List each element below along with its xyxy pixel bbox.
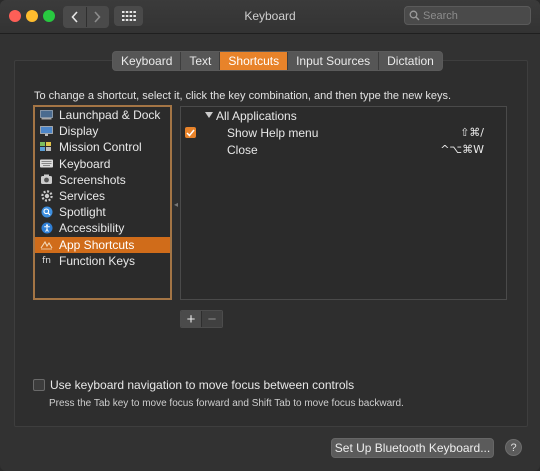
- help-button[interactable]: ?: [505, 439, 522, 456]
- category-item-mission-control[interactable]: Mission Control: [35, 139, 170, 155]
- title-bar: Keyboard: [0, 0, 540, 34]
- tab-keyboard[interactable]: Keyboard: [113, 52, 182, 70]
- category-label: Launchpad & Dock: [59, 108, 161, 123]
- instructions-text: To change a shortcut, select it, click t…: [34, 90, 452, 102]
- keyboard-navigation-label: Use keyboard navigation to move focus be…: [50, 378, 355, 392]
- spotlight-icon: [40, 206, 53, 218]
- function-keys-icon: fn: [42, 255, 51, 266]
- category-label: Screenshots: [59, 172, 126, 187]
- tab-bar: Keyboard Text Shortcuts Input Sources Di…: [112, 51, 443, 71]
- tab-shortcuts[interactable]: Shortcuts: [220, 52, 289, 70]
- category-label: Display: [59, 124, 99, 139]
- remove-shortcut-button[interactable]: −: [201, 311, 222, 327]
- shortcut-enabled-checkbox[interactable]: [185, 127, 196, 138]
- category-label: App Shortcuts: [59, 237, 135, 252]
- category-label: Function Keys: [59, 253, 136, 268]
- search-field[interactable]: [404, 6, 531, 25]
- category-label: Accessibility: [59, 221, 125, 236]
- shortcut-name: Show Help menu: [227, 125, 319, 140]
- add-shortcut-button[interactable]: +: [181, 311, 201, 327]
- services-gear-icon: [40, 190, 53, 202]
- display-icon: [40, 126, 53, 137]
- category-item-accessibility[interactable]: Accessibility: [35, 220, 170, 236]
- search-input[interactable]: [420, 9, 523, 22]
- keyboard-preferences-window: Keyboard Keyboard Text Shortcuts Input S…: [0, 0, 540, 471]
- shortcut-keys[interactable]: ^⌥⌘W: [440, 143, 484, 156]
- keyboard-navigation-checkbox[interactable]: [33, 379, 45, 391]
- shortcut-keys[interactable]: ⇧⌘/: [460, 126, 484, 139]
- shortcut-row[interactable]: Close ^⌥⌘W: [181, 141, 506, 158]
- tab-text[interactable]: Text: [181, 52, 221, 70]
- set-up-bluetooth-keyboard-button[interactable]: Set Up Bluetooth Keyboard...: [331, 438, 494, 458]
- category-item-services[interactable]: Services: [35, 188, 170, 204]
- keyboard-navigation-hint: Press the Tab key to move focus forward …: [49, 398, 404, 409]
- search-icon: [409, 10, 420, 21]
- keyboard-icon: [40, 158, 53, 169]
- shortcuts-table: All Applications Show Help menu ⇧⌘/ Clos…: [180, 106, 507, 300]
- category-item-function-keys[interactable]: fn Function Keys: [35, 253, 170, 269]
- launchpad-dock-icon: [40, 110, 53, 121]
- category-label: Mission Control: [59, 140, 142, 155]
- add-remove-controls: + −: [180, 310, 223, 328]
- tab-input-sources[interactable]: Input Sources: [288, 52, 380, 70]
- keyboard-navigation-option[interactable]: Use keyboard navigation to move focus be…: [33, 378, 354, 392]
- shortcut-category-list: Launchpad & Dock Display Mission Control…: [33, 105, 172, 300]
- accessibility-icon: [40, 222, 53, 234]
- category-label: Keyboard: [59, 156, 111, 171]
- shortcut-row[interactable]: Show Help menu ⇧⌘/: [181, 124, 506, 141]
- mission-control-icon: [40, 142, 53, 153]
- category-label: Spotlight: [59, 205, 106, 220]
- category-item-launchpad-dock[interactable]: Launchpad & Dock: [35, 107, 170, 123]
- disclosure-triangle-icon[interactable]: [205, 112, 213, 119]
- tab-dictation[interactable]: Dictation: [379, 52, 442, 70]
- screenshots-icon: [40, 174, 53, 185]
- split-view-divider-handle[interactable]: ◂: [174, 200, 178, 209]
- shortcut-group-label: All Applications: [216, 108, 297, 123]
- category-item-display[interactable]: Display: [35, 123, 170, 139]
- shortcut-name: Close: [227, 142, 258, 157]
- category-item-spotlight[interactable]: Spotlight: [35, 204, 170, 220]
- category-label: Services: [59, 189, 106, 204]
- category-item-app-shortcuts[interactable]: App Shortcuts: [35, 236, 170, 253]
- category-item-keyboard[interactable]: Keyboard: [35, 156, 170, 172]
- app-shortcuts-icon: [40, 239, 53, 250]
- shortcut-group-all-applications[interactable]: All Applications: [181, 107, 506, 124]
- checkmark-icon: [186, 129, 195, 137]
- category-item-screenshots[interactable]: Screenshots: [35, 172, 170, 188]
